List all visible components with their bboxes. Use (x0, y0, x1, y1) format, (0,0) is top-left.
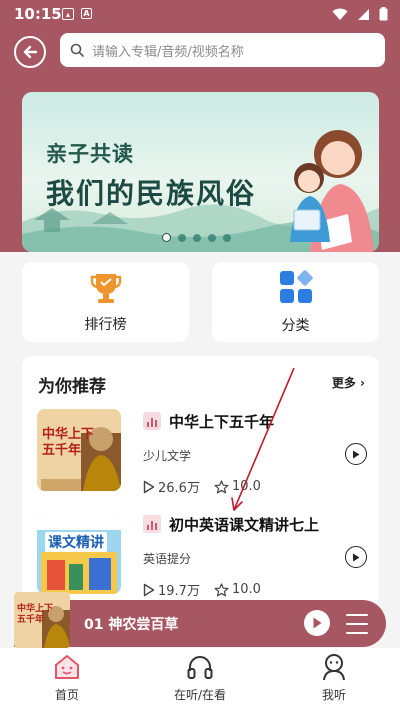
ranking-label: 排行榜 (84, 317, 127, 333)
play-count: 26.6万 (158, 481, 200, 496)
wifi-icon (332, 8, 348, 20)
back-button[interactable] (14, 36, 46, 68)
playlist-menu-icon[interactable] (346, 614, 368, 634)
album-cover: 课文精讲 (37, 512, 121, 594)
home-icon (55, 655, 79, 679)
profile-icon (323, 654, 345, 681)
play-button[interactable] (345, 546, 367, 568)
pagination-dot[interactable] (193, 233, 201, 242)
pagination-dot[interactable] (223, 233, 231, 242)
more-link[interactable]: 更多 › (332, 374, 365, 391)
list-item[interactable]: 中华上下 五千年 中华上下五千年 少儿文学 26.6万 10.0 (37, 409, 367, 499)
search-icon (70, 43, 84, 57)
cover-title: 中华上下 五千年 (17, 604, 54, 625)
play-button[interactable] (345, 443, 367, 465)
album-cover: 中华上下 五千年 (37, 409, 121, 491)
category-entry[interactable]: 分类 (212, 262, 379, 342)
audio-badge-icon (143, 515, 161, 533)
tab-profile[interactable]: 我听 (284, 652, 384, 703)
tab-label: 首页 (54, 688, 79, 702)
play-count-icon (143, 583, 155, 596)
headphones-icon (187, 656, 213, 679)
cover-title: 中华上下 五千年 (42, 427, 95, 458)
chevron-right-icon: › (360, 376, 365, 390)
pagination-dot[interactable] (162, 233, 171, 242)
list-item[interactable]: 课文精讲 初中英语课文精讲七上 英语提分 19.7万 10.0 (37, 512, 367, 602)
play-icon (353, 450, 360, 458)
search-input[interactable]: 请输入专辑/音频/视频名称 (60, 33, 385, 67)
system-icons (332, 7, 388, 21)
play-count-icon (143, 480, 155, 493)
album-title: 初中英语课文精讲七上 (169, 516, 320, 534)
app-notification-icon: A (81, 8, 92, 19)
signal-icon (358, 8, 369, 20)
banner-subtitle: 亲子共读 (46, 142, 134, 166)
banner-title: 我们的民族风俗 (46, 177, 257, 210)
banner-pagination (162, 233, 231, 242)
status-bar: 10:15 ▴ A (0, 0, 400, 28)
audio-badge-icon (143, 412, 161, 430)
album-title: 中华上下五千年 (169, 413, 275, 431)
tab-listening[interactable]: 在听/在看 (150, 652, 250, 703)
album-category: 英语提分 (143, 552, 192, 566)
play-count: 19.7万 (158, 584, 200, 599)
album-stats: 19.7万 10.0 (143, 580, 261, 599)
promo-banner[interactable]: 亲子共读 我们的民族风俗 (22, 92, 379, 252)
section-title: 为你推荐 (38, 377, 106, 397)
recommend-section: 为你推荐 更多 › 中华上下 五千年 中华上下五千年 少儿文学 26.6万 10… (22, 356, 379, 606)
battery-icon (379, 7, 388, 21)
ranking-entry[interactable]: 排行榜 (22, 262, 189, 342)
notification-icons: ▴ A (62, 8, 92, 20)
cover-title: 课文精讲 (45, 532, 107, 552)
back-arrow-icon (23, 45, 38, 59)
tab-home[interactable]: 首页 (17, 652, 117, 703)
player-play-button[interactable] (304, 610, 330, 636)
pagination-dot[interactable] (208, 233, 216, 242)
album-stats: 26.6万 10.0 (143, 477, 261, 496)
trophy-icon (90, 274, 121, 303)
play-icon (353, 553, 360, 561)
category-grid-icon (279, 270, 313, 303)
star-icon (214, 582, 229, 596)
mini-player[interactable]: 中华上下 五千年 01 神农尝百草 (14, 592, 386, 648)
rating-value: 10.0 (231, 479, 261, 494)
cover-art (37, 512, 121, 594)
now-playing-cover: 中华上下 五千年 (14, 592, 70, 648)
image-notification-icon: ▴ (62, 8, 74, 20)
tab-label: 在听/在看 (173, 688, 227, 702)
rating-value: 10.0 (231, 582, 261, 597)
play-icon (313, 617, 322, 629)
status-time: 10:15 (14, 5, 62, 23)
search-placeholder: 请输入专辑/音频/视频名称 (92, 44, 244, 60)
more-label: 更多 (331, 376, 356, 390)
pagination-dot[interactable] (178, 233, 186, 242)
tab-label: 我听 (321, 688, 346, 702)
bottom-tab-bar: 首页 在听/在看 我听 (0, 648, 400, 710)
category-label: 分类 (281, 318, 310, 334)
now-playing-title: 01 神农尝百草 (84, 617, 179, 633)
star-icon (214, 479, 229, 493)
album-category: 少儿文学 (143, 449, 192, 463)
